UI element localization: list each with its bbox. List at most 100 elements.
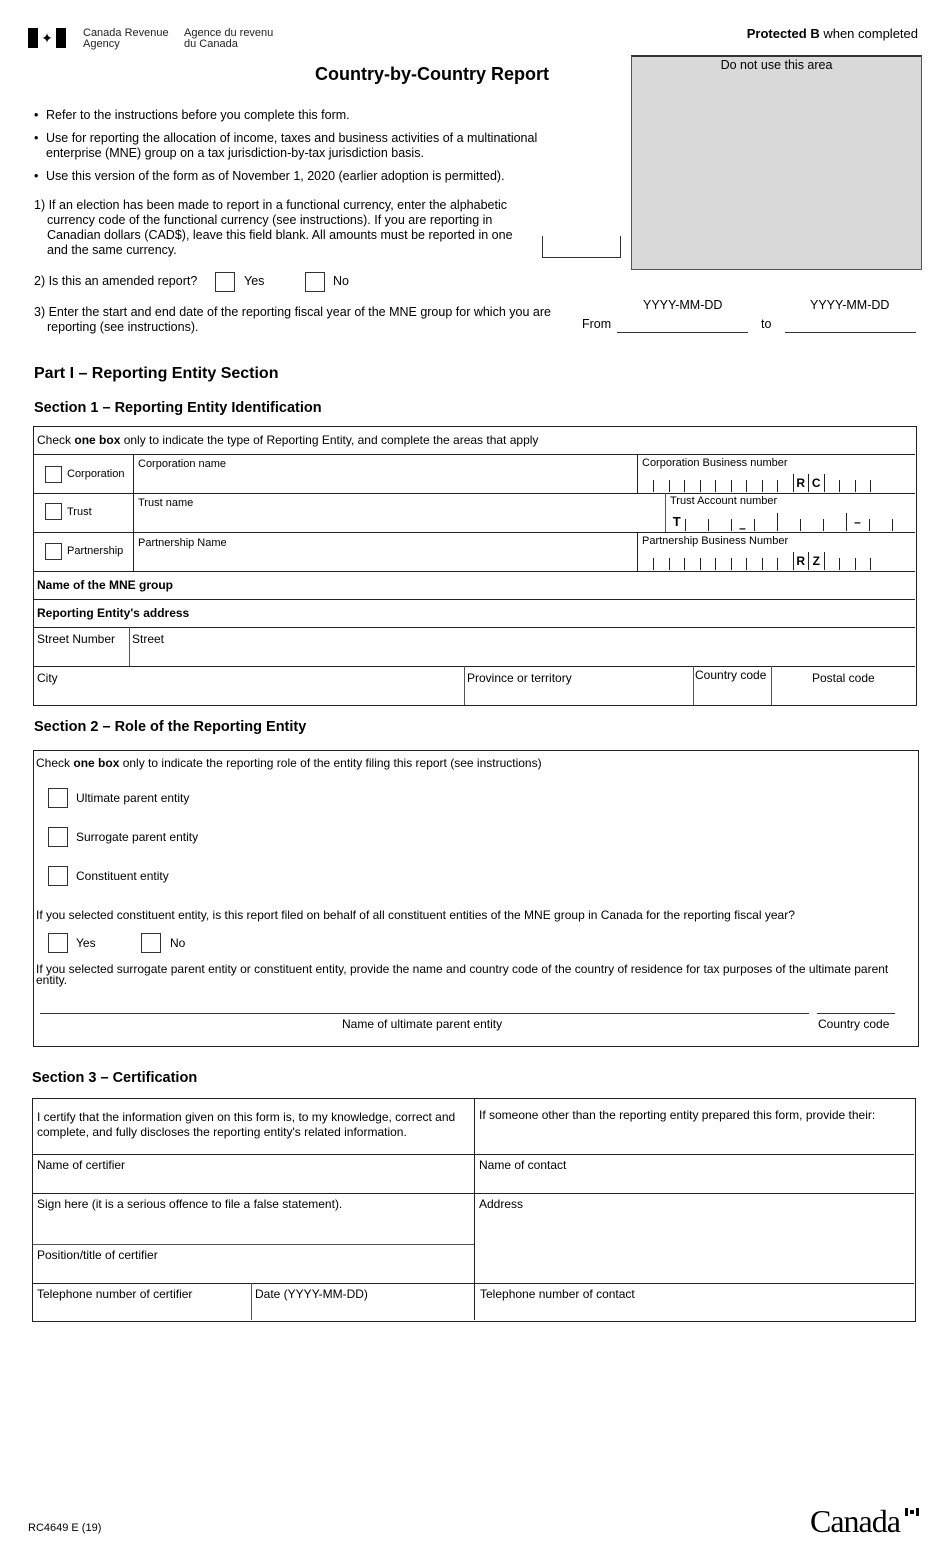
corporation-label: Corporation (67, 468, 125, 480)
street-number-label: Street Number (37, 632, 116, 646)
constituent-question: If you selected constituent entity, is t… (36, 908, 795, 922)
amended-yes-label: Yes (244, 274, 265, 288)
section-1-title: Section 1 – Reporting Entity Identificat… (34, 400, 322, 416)
partnership-name-input[interactable] (135, 548, 637, 570)
instruction-item: Use this version of the form as of Novem… (34, 169, 554, 184)
address-heading: Reporting Entity's address (37, 606, 190, 620)
ultimate-parent-label: Ultimate parent entity (76, 791, 190, 805)
corporation-bn-label: Corporation Business number (642, 457, 788, 469)
constituent-yes-label: Yes (76, 936, 96, 950)
surrogate-parent-checkbox[interactable] (48, 827, 68, 847)
trust-name-input[interactable] (135, 509, 665, 531)
certify-statement: I certify that the information given on … (37, 1110, 456, 1139)
part-1-title: Part I – Reporting Entity Section (34, 365, 279, 382)
amended-no-label: No (333, 274, 349, 288)
corporation-bn-input[interactable]: RC (653, 474, 886, 492)
agency-name-fr: Agence du revenu du Canada (184, 27, 274, 50)
from-date-input[interactable] (617, 332, 748, 333)
trust-account-label: Trust Account number (670, 495, 778, 507)
section-3-table: I certify that the information given on … (32, 1098, 916, 1322)
date-label: Date (YYYY-MM-DD) (255, 1287, 368, 1301)
page-title: Country-by-Country Report (315, 64, 549, 84)
province-input[interactable] (466, 685, 692, 703)
mne-group-input[interactable] (184, 573, 909, 597)
street-number-input[interactable] (36, 647, 128, 665)
sign-here-label: Sign here (it is a serious offence to fi… (37, 1197, 343, 1211)
instructions-list: Refer to the instructions before you com… (34, 108, 554, 192)
question-3-text: 3) Enter the start and end date of the r… (34, 305, 551, 334)
section-2-title: Section 2 – Role of the Reporting Entity (34, 719, 307, 735)
partnership-checkbox[interactable] (45, 543, 62, 560)
ultimate-parent-checkbox[interactable] (48, 788, 68, 808)
city-label: City (37, 671, 58, 685)
instruction-item: Use for reporting the allocation of inco… (34, 131, 554, 161)
canada-flag-icon: ✦ (28, 28, 66, 48)
upe-name-input[interactable] (40, 996, 809, 1014)
signature-input[interactable] (36, 1213, 472, 1243)
trust-checkbox[interactable] (45, 503, 62, 520)
amended-no-checkbox[interactable] (305, 272, 325, 292)
to-date-input[interactable] (785, 332, 916, 333)
upe-name-label: Name of ultimate parent entity (342, 1017, 503, 1031)
partnership-label: Partnership (67, 545, 124, 557)
corporation-checkbox[interactable] (45, 466, 62, 483)
date-input[interactable] (253, 1302, 472, 1320)
city-input[interactable] (36, 685, 461, 703)
partnership-bn-label: Partnership Business Number (642, 535, 789, 547)
street-label: Street (132, 632, 165, 646)
trust-label: Trust (67, 506, 92, 518)
to-label: to (761, 317, 772, 331)
someone-else-statement: If someone other than the reporting enti… (479, 1108, 876, 1122)
position-label: Position/title of certifier (37, 1248, 158, 1262)
postal-code-label: Postal code (812, 671, 875, 685)
constituent-no-checkbox[interactable] (141, 933, 161, 953)
postal-code-input[interactable] (773, 685, 913, 703)
name-certifier-input[interactable] (36, 1173, 472, 1193)
partnership-bn-input[interactable]: RZ (653, 552, 886, 570)
section-2-box: Check one box only to indicate the repor… (33, 750, 919, 1047)
surrogate-question: If you selected surrogate parent entity … (36, 962, 889, 987)
contact-address-input[interactable] (477, 1213, 913, 1281)
form-code: RC4649 E (19) (28, 1522, 102, 1534)
question-1-text: 1) If an election has been made to repor… (34, 198, 513, 257)
position-input[interactable] (36, 1263, 472, 1283)
constituent-yes-checkbox[interactable] (48, 933, 68, 953)
name-certifier-label: Name of certifier (37, 1158, 126, 1172)
from-label: From (582, 317, 612, 331)
upe-country-code-label: Country code (818, 1017, 890, 1031)
name-contact-input[interactable] (477, 1173, 913, 1193)
do-not-use-area: Do not use this area (631, 55, 922, 270)
protected-b-label: Protected B when completed (746, 26, 918, 41)
constituent-entity-label: Constituent entity (76, 869, 169, 883)
tel-contact-label: Telephone number of contact (480, 1287, 635, 1301)
constituent-entity-checkbox[interactable] (48, 866, 68, 886)
wordmark-flag-icon (905, 1508, 919, 1516)
tel-contact-input[interactable] (477, 1302, 913, 1320)
section-1-table: Check one box only to indicate the type … (33, 426, 917, 706)
to-date-format: YYYY-MM-DD (810, 298, 890, 312)
amended-yes-checkbox[interactable] (215, 272, 235, 292)
tel-certifier-input[interactable] (36, 1302, 249, 1320)
corporation-name-input[interactable] (135, 469, 637, 493)
name-contact-label: Name of contact (479, 1158, 567, 1172)
street-input[interactable] (131, 647, 911, 665)
mne-group-label: Name of the MNE group (37, 578, 174, 592)
tel-certifier-label: Telephone number of certifier (37, 1287, 193, 1301)
canada-wordmark: Canada (810, 1503, 901, 1539)
upe-country-code-input[interactable] (817, 996, 895, 1014)
maple-leaf-icon: ✦ (41, 30, 53, 46)
address-label: Address (479, 1197, 524, 1211)
agency-name-en: Canada Revenue Agency (83, 27, 169, 50)
section-2-instruction: Check one box only to indicate the repor… (36, 756, 542, 770)
from-date-format: YYYY-MM-DD (643, 298, 723, 312)
country-code-label: Country code (695, 668, 767, 682)
section-3-title: Section 3 – Certification (32, 1070, 198, 1086)
country-code-input[interactable] (695, 683, 770, 703)
surrogate-parent-label: Surrogate parent entity (76, 830, 199, 844)
trust-name-label: Trust name (138, 497, 194, 509)
trust-account-input[interactable]: T – – (669, 513, 915, 535)
currency-code-input[interactable] (542, 236, 621, 258)
province-label: Province or territory (467, 671, 572, 685)
section-1-instruction: Check one box only to indicate the type … (37, 433, 539, 447)
instruction-item: Refer to the instructions before you com… (34, 108, 554, 123)
